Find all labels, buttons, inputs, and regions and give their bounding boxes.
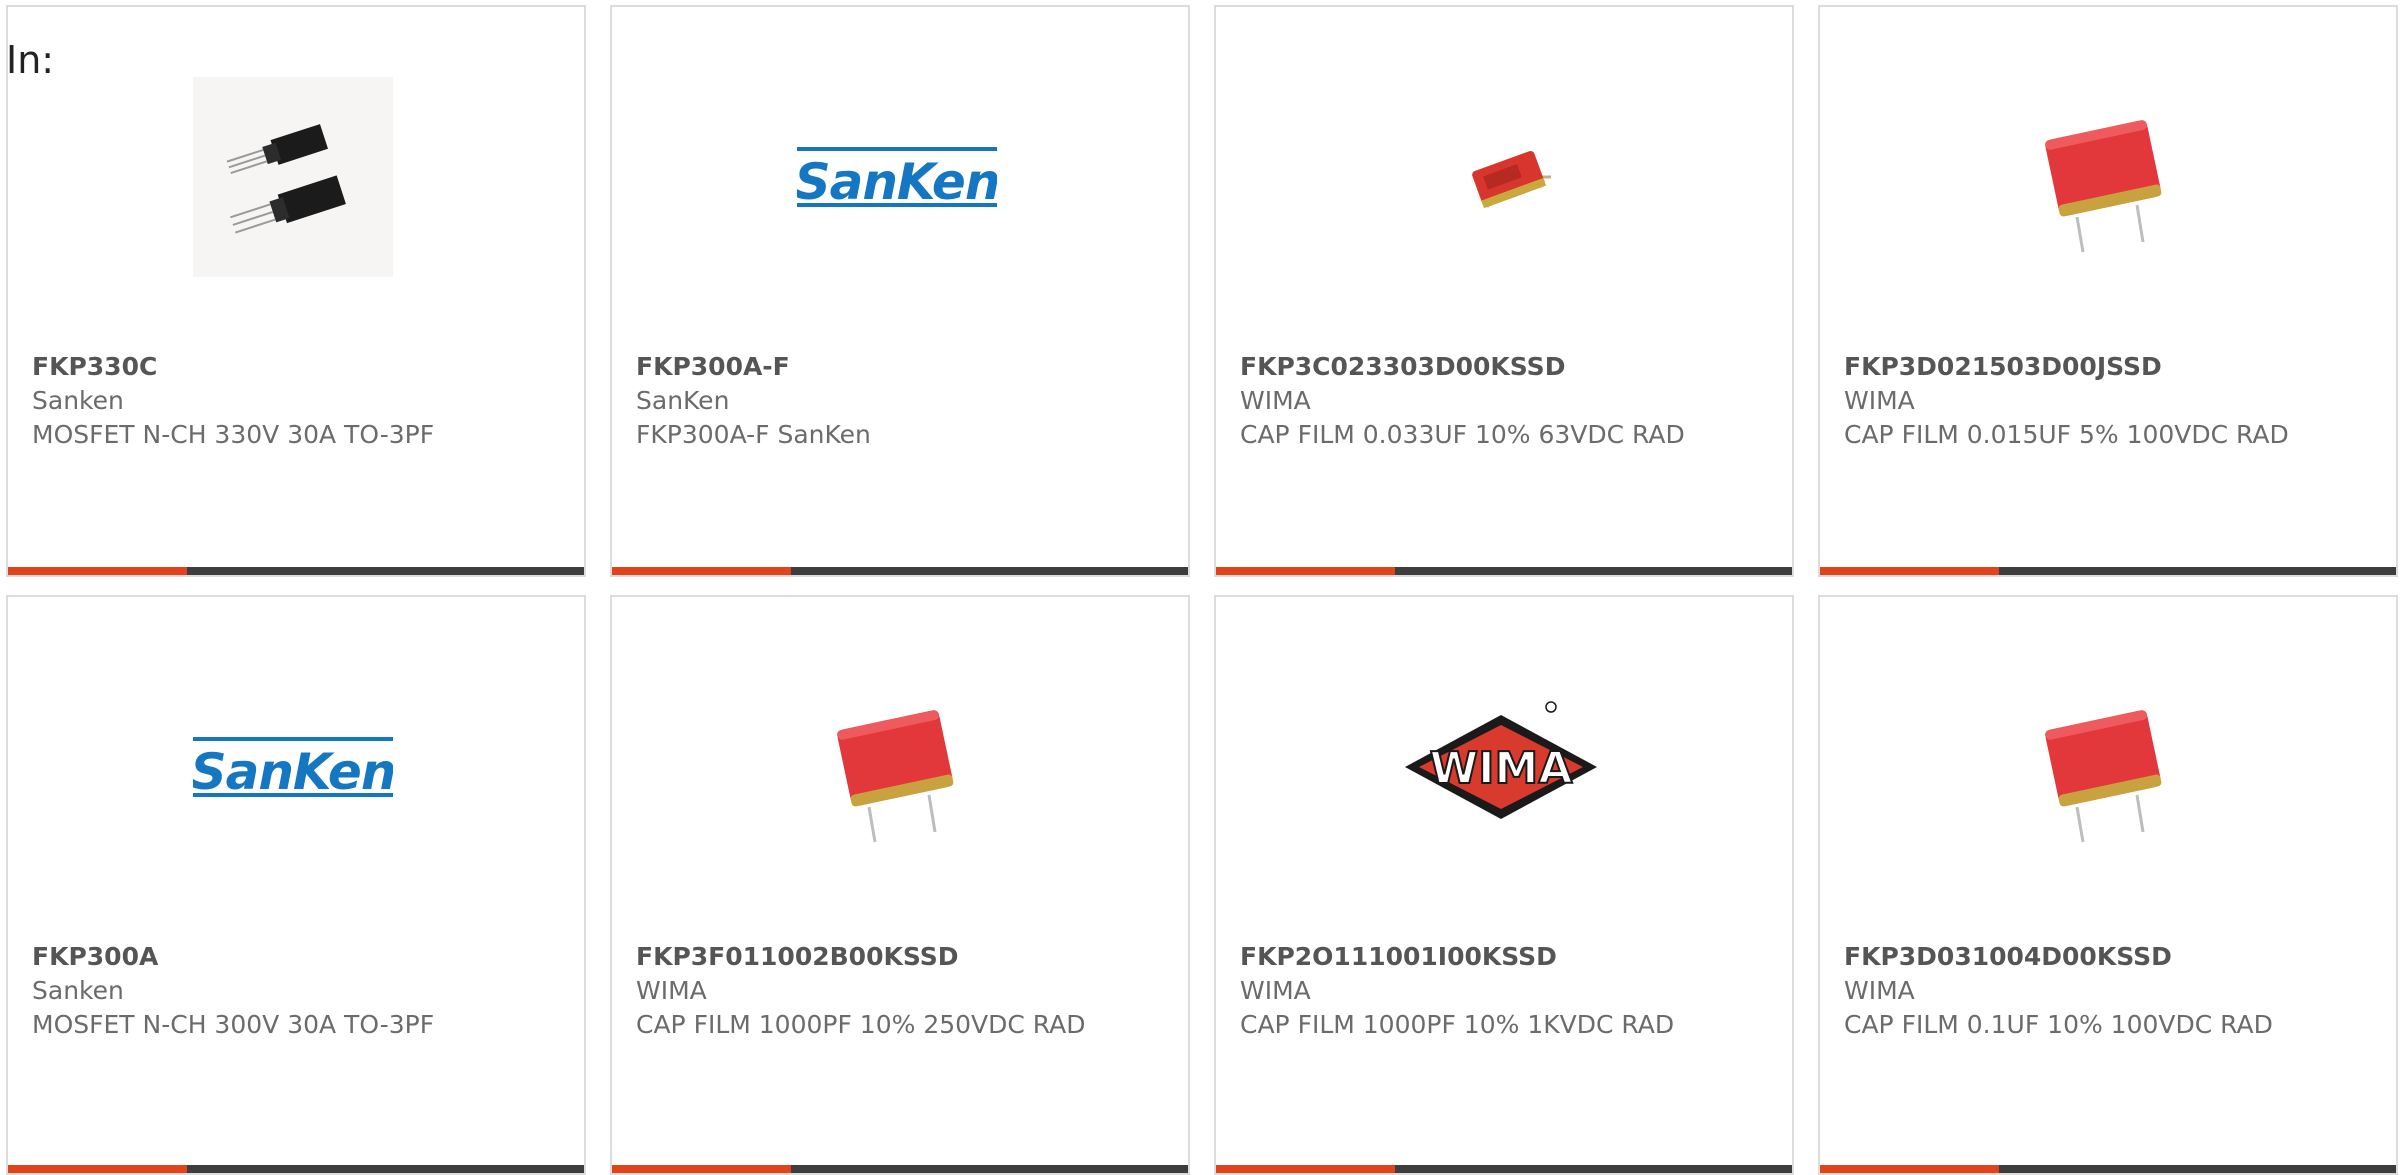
product-info: FKP3F011002B00KSSD WIMA CAP FILM 1000PF … [636, 940, 1168, 1042]
part-number[interactable]: FKP300A [32, 940, 564, 974]
svg-text:SanKen: SanKen [193, 743, 393, 801]
product-info: FKP330C Sanken MOSFET N-CH 330V 30A TO-3… [32, 350, 564, 452]
card-accent-bar [8, 567, 187, 575]
card-accent-bar [1820, 567, 1999, 575]
svg-text:SanKen: SanKen [797, 153, 997, 211]
product-description: CAP FILM 0.015UF 5% 100VDC RAD [1844, 420, 2289, 449]
part-number[interactable]: FKP2O111001I00KSSD [1240, 940, 1772, 974]
product-description: FKP300A-F SanKen [636, 420, 871, 449]
small-capacitor-photo-icon[interactable] [1401, 77, 1601, 277]
manufacturer-name: WIMA [1240, 386, 1311, 415]
transistor-photo-icon[interactable] [193, 77, 393, 277]
product-info: FKP3D031004D00KSSD WIMA CAP FILM 0.1UF 1… [1844, 940, 2376, 1042]
product-info: FKP300A Sanken MOSFET N-CH 300V 30A TO-3… [32, 940, 564, 1042]
filter-label: In: [6, 38, 55, 82]
manufacturer-name: WIMA [1240, 976, 1311, 1005]
card-bottom-bar [1820, 567, 2396, 575]
manufacturer-name: Sanken [32, 386, 124, 415]
product-description: MOSFET N-CH 300V 30A TO-3PF [32, 1010, 435, 1039]
capacitor-photo-icon[interactable] [2005, 77, 2205, 277]
product-card[interactable]: WIMA FKP2O111001I00KSSD WIMA CAP FILM 10… [1214, 595, 1794, 1175]
product-card[interactable]: FKP3D021503D00JSSD WIMA CAP FILM 0.015UF… [1818, 5, 2398, 577]
product-grid: FKP330C Sanken MOSFET N-CH 330V 30A TO-3… [6, 5, 2398, 1175]
manufacturer-name: WIMA [1844, 976, 1915, 1005]
product-description: CAP FILM 0.1UF 10% 100VDC RAD [1844, 1010, 2273, 1039]
card-bottom-bar [612, 567, 1188, 575]
product-description: CAP FILM 0.033UF 10% 63VDC RAD [1240, 420, 1685, 449]
card-bottom-bar [8, 1165, 584, 1173]
part-number[interactable]: FKP300A-F [636, 350, 1168, 384]
product-description: CAP FILM 1000PF 10% 250VDC RAD [636, 1010, 1086, 1039]
card-bottom-bar [1216, 567, 1792, 575]
manufacturer-name: WIMA [636, 976, 707, 1005]
card-bottom-bar [1820, 1165, 2396, 1173]
sanken-logo-icon[interactable]: SanKen [193, 667, 393, 867]
card-bottom-bar [612, 1165, 1188, 1173]
product-card[interactable]: FKP3F011002B00KSSD WIMA CAP FILM 1000PF … [610, 595, 1190, 1175]
part-number[interactable]: FKP3D031004D00KSSD [1844, 940, 2376, 974]
capacitor-photo-icon[interactable] [2005, 667, 2205, 867]
wima-logo-icon[interactable]: WIMA [1401, 667, 1601, 867]
product-card[interactable]: SanKen FKP300A Sanken MOSFET N-CH 300V 3… [6, 595, 586, 1175]
part-number[interactable]: FKP330C [32, 350, 564, 384]
card-accent-bar [612, 567, 791, 575]
card-accent-bar [612, 1165, 791, 1173]
card-accent-bar [1216, 567, 1395, 575]
svg-text:WIMA: WIMA [1430, 743, 1573, 794]
product-card[interactable]: FKP3D031004D00KSSD WIMA CAP FILM 0.1UF 1… [1818, 595, 2398, 1175]
card-accent-bar [1216, 1165, 1395, 1173]
sanken-logo-icon[interactable]: SanKen [797, 77, 997, 277]
part-number[interactable]: FKP3D021503D00JSSD [1844, 350, 2376, 384]
product-description: CAP FILM 1000PF 10% 1KVDC RAD [1240, 1010, 1675, 1039]
part-number[interactable]: FKP3C023303D00KSSD [1240, 350, 1772, 384]
product-description: MOSFET N-CH 330V 30A TO-3PF [32, 420, 435, 449]
product-info: FKP2O111001I00KSSD WIMA CAP FILM 1000PF … [1240, 940, 1772, 1042]
manufacturer-name: Sanken [32, 976, 124, 1005]
product-card[interactable]: FKP330C Sanken MOSFET N-CH 330V 30A TO-3… [6, 5, 586, 577]
card-bottom-bar [8, 567, 584, 575]
card-accent-bar [1820, 1165, 1999, 1173]
card-accent-bar [8, 1165, 187, 1173]
product-info: FKP300A-F SanKen FKP300A-F SanKen [636, 350, 1168, 452]
part-number[interactable]: FKP3F011002B00KSSD [636, 940, 1168, 974]
product-card[interactable]: FKP3C023303D00KSSD WIMA CAP FILM 0.033UF… [1214, 5, 1794, 577]
card-bottom-bar [1216, 1165, 1792, 1173]
product-info: FKP3D021503D00JSSD WIMA CAP FILM 0.015UF… [1844, 350, 2376, 452]
manufacturer-name: WIMA [1844, 386, 1915, 415]
capacitor-photo-icon[interactable] [797, 667, 997, 867]
product-card[interactable]: SanKen FKP300A-F SanKen FKP300A-F SanKen [610, 5, 1190, 577]
product-info: FKP3C023303D00KSSD WIMA CAP FILM 0.033UF… [1240, 350, 1772, 452]
manufacturer-name: SanKen [636, 386, 730, 415]
